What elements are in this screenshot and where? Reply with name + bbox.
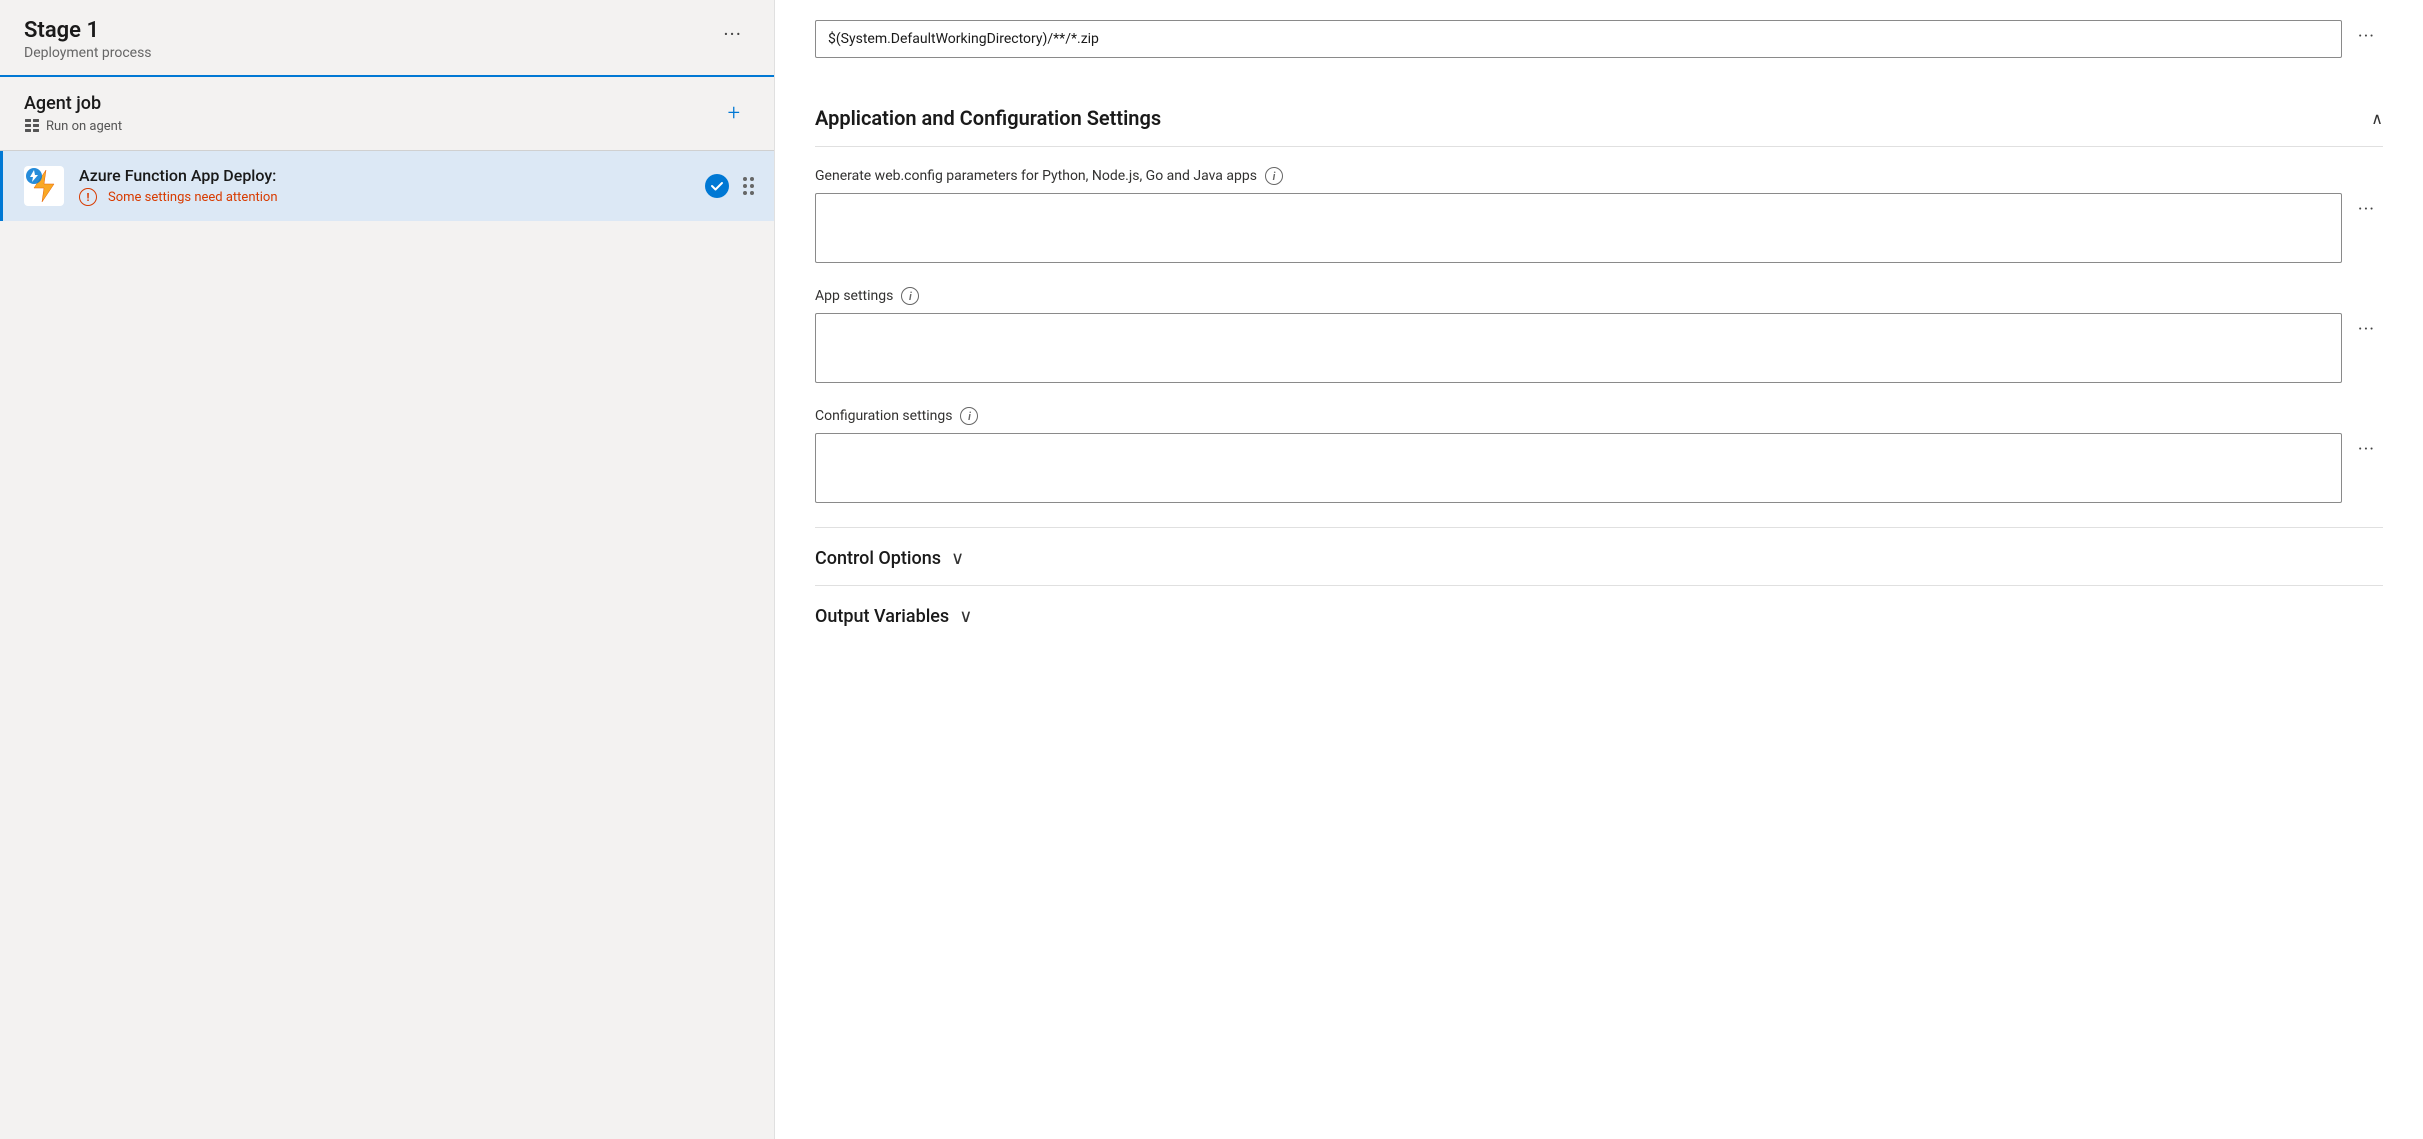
add-task-button[interactable]: + xyxy=(718,97,750,130)
web-config-label-text: Generate web.config parameters for Pytho… xyxy=(815,168,1257,184)
task-actions xyxy=(705,173,758,199)
task-check-icon xyxy=(705,174,729,198)
config-settings-field-group: Configuration settings i ··· xyxy=(815,407,2383,503)
config-settings-info-icon[interactable]: i xyxy=(960,407,978,425)
stage-header: Stage 1 Deployment process ··· xyxy=(0,0,774,77)
app-settings-label: App settings i xyxy=(815,287,2383,305)
zip-path-input[interactable] xyxy=(815,20,2342,58)
app-settings-info-icon[interactable]: i xyxy=(901,287,919,305)
output-variables-title: Output Variables xyxy=(815,606,949,627)
output-variables-header[interactable]: Output Variables ∨ xyxy=(815,606,2383,627)
agent-job-section: Agent job Run on agent + xyxy=(0,77,774,151)
web-config-info-icon[interactable]: i xyxy=(1265,167,1283,185)
zip-more-button[interactable]: ··· xyxy=(2350,22,2383,51)
app-config-section-title: Application and Configuration Settings xyxy=(815,106,1161,130)
agent-job-run-label: Run on agent xyxy=(46,119,122,134)
drag-handle[interactable] xyxy=(739,173,758,199)
task-info: Azure Function App Deploy: ! Some settin… xyxy=(79,166,691,206)
task-icon xyxy=(23,165,65,207)
control-options-section: Control Options ∨ xyxy=(815,527,2383,585)
config-settings-more-button[interactable]: ··· xyxy=(2350,435,2383,464)
task-title: Azure Function App Deploy: xyxy=(79,166,691,185)
right-panel: ··· Application and Configuration Settin… xyxy=(775,0,2423,1139)
stage-more-options-button[interactable]: ··· xyxy=(715,18,750,50)
agent-job-info: Agent job Run on agent xyxy=(24,93,122,134)
config-settings-label: Configuration settings i xyxy=(815,407,2383,425)
config-settings-textarea[interactable] xyxy=(815,433,2342,503)
web-config-field-group: Generate web.config parameters for Pytho… xyxy=(815,167,2383,263)
warning-icon: ! xyxy=(79,188,97,206)
web-config-label: Generate web.config parameters for Pytho… xyxy=(815,167,2383,185)
app-settings-field-group: App settings i ··· xyxy=(815,287,2383,383)
output-variables-chevron-icon: ∨ xyxy=(959,606,972,627)
web-config-textarea[interactable] xyxy=(815,193,2342,263)
control-options-chevron-icon: ∨ xyxy=(951,548,964,569)
app-settings-textarea[interactable] xyxy=(815,313,2342,383)
checkmark-icon xyxy=(710,179,724,193)
control-options-title: Control Options xyxy=(815,548,941,569)
app-settings-more-button[interactable]: ··· xyxy=(2350,315,2383,344)
app-config-chevron-icon[interactable]: ∧ xyxy=(2371,109,2383,128)
azure-function-icon xyxy=(24,166,64,206)
app-settings-label-text: App settings xyxy=(815,288,893,304)
grid-icon xyxy=(24,118,40,134)
task-warning-text: Some settings need attention xyxy=(108,190,278,205)
web-config-more-button[interactable]: ··· xyxy=(2350,195,2383,224)
app-config-section-header: Application and Configuration Settings ∧ xyxy=(815,78,2383,147)
zip-field-row: ··· xyxy=(815,20,2383,58)
app-settings-field-row: ··· xyxy=(815,313,2383,383)
zip-input-row: ··· xyxy=(815,20,2383,58)
control-options-header[interactable]: Control Options ∨ xyxy=(815,548,2383,569)
stage-title: Stage 1 xyxy=(24,18,152,43)
agent-job-title: Agent job xyxy=(24,93,122,114)
task-warning: ! Some settings need attention xyxy=(79,188,691,206)
stage-subtitle: Deployment process xyxy=(24,45,152,61)
config-settings-field-row: ··· xyxy=(815,433,2383,503)
left-panel: Stage 1 Deployment process ··· Agent job… xyxy=(0,0,775,1139)
web-config-field-row: ··· xyxy=(815,193,2383,263)
output-variables-section: Output Variables ∨ xyxy=(815,585,2383,643)
task-item[interactable]: Azure Function App Deploy: ! Some settin… xyxy=(0,151,774,221)
config-settings-label-text: Configuration settings xyxy=(815,408,952,424)
agent-job-subtitle: Run on agent xyxy=(24,118,122,134)
stage-title-group: Stage 1 Deployment process xyxy=(24,18,152,61)
